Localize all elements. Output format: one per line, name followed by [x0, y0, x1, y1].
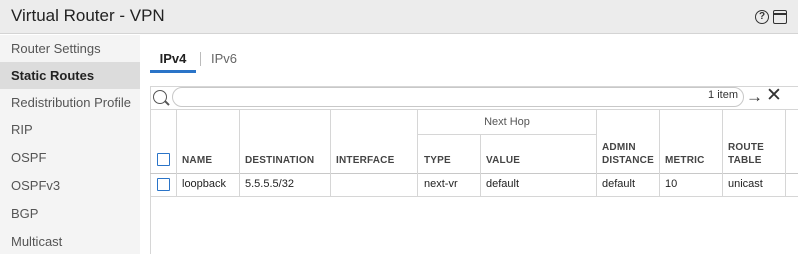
- window-icon[interactable]: [773, 10, 787, 24]
- sidebar: Router Settings Static Routes Redistribu…: [0, 35, 140, 254]
- sidebar-item-ospf[interactable]: OSPF: [0, 144, 140, 171]
- row-bottom-border: [150, 196, 798, 197]
- col-divider: [176, 109, 177, 196]
- column-header-name[interactable]: NAME: [182, 155, 212, 166]
- col-divider: [785, 109, 786, 196]
- tab-ipv6[interactable]: IPv6: [199, 44, 239, 73]
- next-hop-group-header: Next Hop: [484, 116, 530, 128]
- group-header-divider: [418, 134, 596, 135]
- column-header-destination[interactable]: DESTINATION: [245, 155, 314, 166]
- col-divider: [330, 109, 331, 196]
- window-title: Virtual Router - VPN: [11, 6, 165, 25]
- cell-type: next-vr: [424, 178, 458, 190]
- apply-filter-icon[interactable]: →: [746, 88, 763, 106]
- row-checkbox[interactable]: [157, 178, 170, 191]
- help-icon[interactable]: ?: [755, 10, 769, 24]
- sidebar-item-rip[interactable]: RIP: [0, 116, 140, 143]
- col-divider: [722, 109, 723, 196]
- sidebar-item-multicast[interactable]: Multicast: [0, 228, 140, 254]
- cell-admin-distance: default: [602, 178, 636, 190]
- col-divider: [480, 134, 481, 196]
- col-divider: [239, 109, 240, 196]
- column-header-interface[interactable]: INTERFACE: [336, 155, 394, 166]
- column-header-route[interactable]: ROUTE: [728, 142, 764, 153]
- cell-route-table: unicast: [728, 178, 763, 190]
- col-divider: [659, 109, 660, 196]
- header-bottom-border: [150, 173, 798, 174]
- column-header-admin[interactable]: ADMIN: [602, 142, 636, 153]
- item-count: 1 item: [708, 89, 738, 101]
- column-header-value[interactable]: VALUE: [486, 155, 520, 166]
- cell-destination: 5.5.5.5/32: [245, 178, 294, 190]
- cell-value: default: [486, 178, 520, 190]
- col-divider: [596, 109, 597, 196]
- search-input[interactable]: [172, 87, 744, 107]
- title-bar: Virtual Router - VPN ?: [0, 0, 798, 34]
- cell-name[interactable]: loopback: [182, 178, 226, 190]
- search-icon[interactable]: [153, 90, 167, 104]
- column-header-metric[interactable]: METRIC: [665, 155, 705, 166]
- sidebar-item-static-routes[interactable]: Static Routes: [0, 62, 140, 89]
- cell-metric: 10: [665, 178, 678, 190]
- sidebar-item-router-settings[interactable]: Router Settings: [0, 35, 140, 62]
- sidebar-item-ospfv3[interactable]: OSPFv3: [0, 172, 140, 199]
- column-header-table[interactable]: TABLE: [728, 155, 762, 166]
- sidebar-item-bgp[interactable]: BGP: [0, 200, 140, 227]
- clear-filter-icon[interactable]: ✕: [766, 86, 782, 106]
- column-header-type[interactable]: TYPE: [424, 155, 451, 166]
- column-header-distance[interactable]: DISTANCE: [602, 155, 654, 166]
- select-all-checkbox[interactable]: [157, 153, 170, 166]
- tab-ipv4[interactable]: IPv4: [150, 44, 196, 73]
- sidebar-item-redistribution-profile[interactable]: Redistribution Profile: [0, 89, 140, 116]
